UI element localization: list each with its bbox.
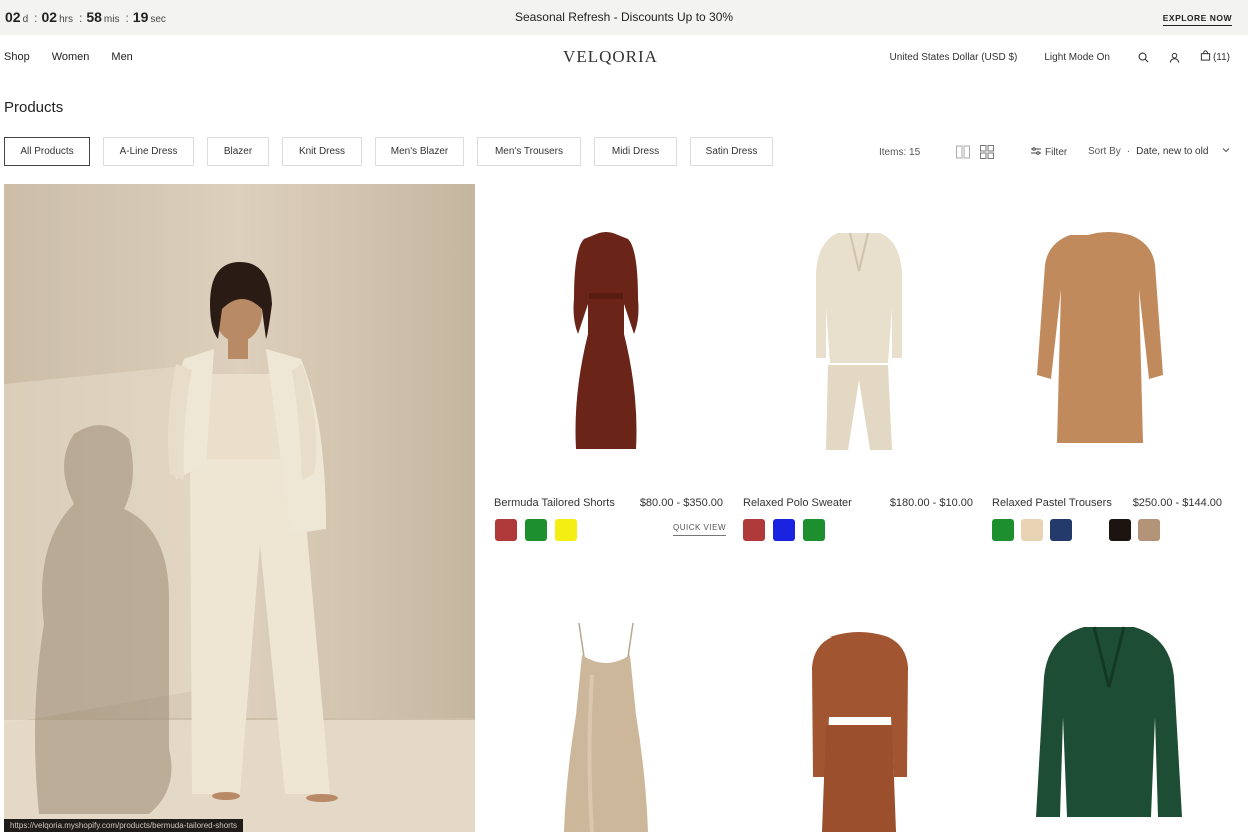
product-image-1[interactable]	[487, 205, 725, 475]
chevron-down-icon	[1222, 146, 1230, 157]
sweater-dress-image	[1037, 232, 1163, 443]
page-title: Products	[4, 99, 64, 116]
product-image-5[interactable]	[740, 615, 978, 832]
product-price-3: $250.00 - $144.00	[1132, 497, 1222, 509]
filter-mens-blazer[interactable]: Men's Blazer	[375, 137, 464, 166]
explore-now-link[interactable]: EXPLORE NOW	[1162, 13, 1232, 26]
filter-button[interactable]: Filter	[1031, 146, 1067, 159]
theme-mode-toggle[interactable]: Light Mode On	[1044, 52, 1110, 63]
two-column-icon[interactable]	[955, 144, 971, 160]
product-image-4[interactable]	[487, 615, 725, 832]
filter-mens-trousers[interactable]: Men's Trousers	[477, 137, 581, 166]
color-swatch-red[interactable]	[495, 519, 517, 541]
color-swatch-yellow[interactable]	[555, 519, 577, 541]
color-swatch-taupe[interactable]	[1138, 519, 1160, 541]
site-header: Shop Women Men VELQORIA United States Do…	[0, 35, 1248, 79]
search-icon[interactable]	[1138, 52, 1149, 63]
color-swatch-red[interactable]	[743, 519, 765, 541]
color-swatch-navy[interactable]	[1050, 519, 1072, 541]
items-count: Items: 15	[879, 147, 921, 158]
filter-knit-dress[interactable]: Knit Dress	[282, 137, 362, 166]
sort-dot: ·	[1126, 146, 1131, 157]
color-swatch-green[interactable]	[992, 519, 1014, 541]
knit-set-image	[812, 632, 908, 832]
green-blazer-image	[1036, 626, 1182, 817]
bag-icon	[1200, 50, 1211, 64]
suit-image	[816, 232, 902, 450]
category-filters: All Products A-Line Dress Blazer Knit Dr…	[4, 137, 786, 166]
product-image-6[interactable]	[990, 615, 1228, 832]
product-price-1: $80.00 - $350.00	[639, 497, 723, 509]
promo-text: Seasonal Refresh - Discounts Up to 30%	[514, 10, 734, 24]
color-swatch-beige[interactable]	[1021, 519, 1043, 541]
product-name-1[interactable]: Bermuda Tailored Shorts	[494, 497, 615, 509]
view-toggle	[955, 144, 995, 160]
cart-count: (11)	[1212, 51, 1230, 63]
product-image-3[interactable]	[990, 205, 1228, 475]
cart-button[interactable]: (11)	[1200, 50, 1230, 64]
grid-icon[interactable]	[979, 144, 995, 160]
filter-a-line-dress[interactable]: A-Line Dress	[103, 137, 194, 166]
header-utilities: United States Dollar (USD $) Light Mode …	[890, 50, 1230, 64]
satin-dress-image	[564, 622, 648, 832]
hero-caption: https://velqoria.myshopify.com/products/…	[4, 819, 244, 832]
product-image-2[interactable]	[740, 205, 978, 475]
user-icon[interactable]	[1169, 52, 1180, 63]
hero-image[interactable]: https://velqoria.myshopify.com/products/…	[4, 184, 475, 832]
color-swatch-green[interactable]	[525, 519, 547, 541]
color-swatch-blue[interactable]	[773, 519, 795, 541]
quick-view-button[interactable]: QUICK VIEW	[673, 523, 727, 536]
sort-label: Sort By	[1088, 146, 1121, 157]
color-swatch-green[interactable]	[803, 519, 825, 541]
currency-selector[interactable]: United States Dollar (USD $)	[890, 52, 1018, 63]
filter-satin-dress[interactable]: Satin Dress	[690, 137, 773, 166]
dress-image	[573, 232, 639, 449]
filter-midi-dress[interactable]: Midi Dress	[594, 137, 677, 166]
filter-label: Filter	[1045, 147, 1068, 158]
product-price-2: $180.00 - $10.00	[889, 497, 973, 509]
sort-value: Date, new to old	[1136, 146, 1209, 157]
color-swatch-black[interactable]	[1109, 519, 1131, 541]
product-name-3[interactable]: Relaxed Pastel Trousers	[992, 497, 1112, 509]
filter-blazer[interactable]: Blazer	[207, 137, 269, 166]
product-name-2[interactable]: Relaxed Polo Sweater	[743, 497, 852, 509]
sort-dropdown[interactable]: Sort By · Date, new to old	[1088, 146, 1230, 157]
filter-all-products[interactable]: All Products	[4, 137, 90, 166]
sliders-icon	[1031, 146, 1041, 159]
announcement-bar: 02 d:02 hrs:58 mis:19 sec Seasonal Refresh -…	[0, 0, 1248, 35]
hero-illustration	[4, 184, 475, 832]
